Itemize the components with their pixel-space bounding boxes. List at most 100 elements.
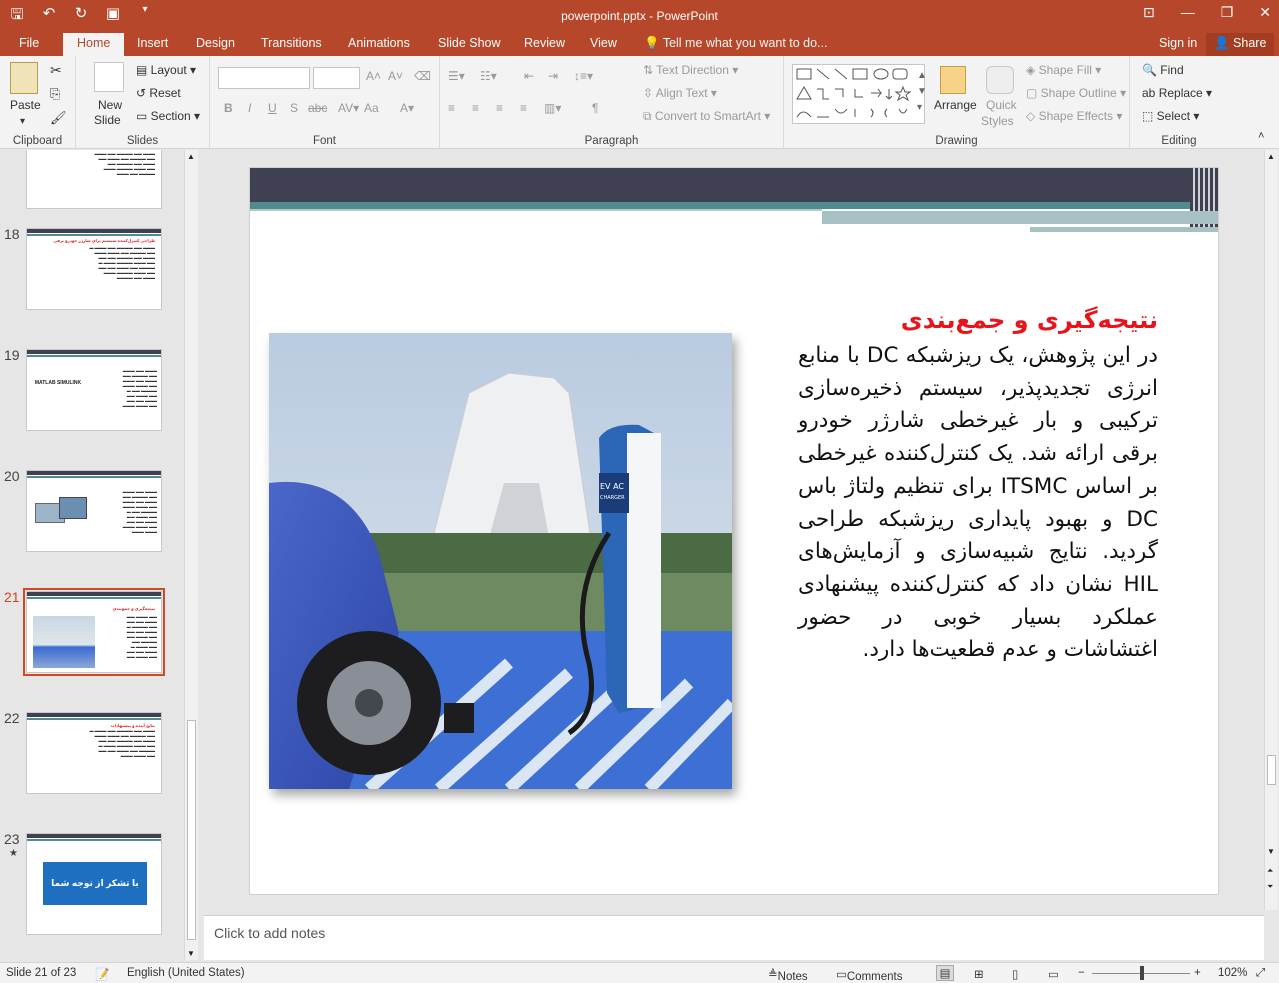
restore-icon[interactable]: ❐ (1221, 4, 1234, 21)
reading-view-icon[interactable]: ▯ (1012, 967, 1018, 981)
replace-button[interactable]: ab Replace ▾ (1142, 86, 1212, 100)
thumbnail-slide-19[interactable]: MATLAB SIMULINK ▬▬▬ ▬▬ ▬▬▬ ▬▬ ▬▬▬▬ ▬▬ ▬▬▬ … (26, 349, 162, 431)
italic-button[interactable]: I (248, 101, 251, 115)
thumbnail-slide-23[interactable]: با تشکر از توجه شما (26, 833, 162, 935)
strikethrough-button[interactable]: abc (308, 101, 327, 115)
layout-button[interactable]: ▤ Layout ▾ (136, 63, 196, 77)
thumbnail-number: 20 (4, 468, 20, 484)
scroll-down-icon[interactable]: ▼ (187, 949, 195, 958)
slide-sorter-icon[interactable]: ⊞ (974, 967, 984, 981)
tab-slide-show[interactable]: Slide Show (434, 36, 505, 50)
share-button[interactable]: 👤 Share (1206, 33, 1275, 56)
text-direction-button[interactable]: ⇅ Text Direction ▾ (643, 63, 738, 77)
thumbnail-slide-22[interactable]: نتایج آینده و پیشنهادات ▬▬▬ ▬▬ ▬▬▬▬ ▬▬ ▬… (26, 712, 162, 794)
tab-review[interactable]: Review (520, 36, 569, 50)
thumbnail-slide-21[interactable]: نتیجه‌گیری و جمع‌بندی ▬▬ ▬▬▬ ▬▬ ▬▬▬ ▬▬ ▬▬… (23, 588, 165, 676)
line-spacing-icon[interactable]: ↕≡▾ (574, 69, 593, 83)
spell-check-icon[interactable]: 📝 (95, 967, 109, 981)
tab-transitions[interactable]: Transitions (257, 36, 326, 50)
slide-body-text[interactable]: در این پژوهش، یک ریزشبکه DC با منابع انر… (798, 340, 1158, 667)
reset-button[interactable]: ↺ Reset (136, 86, 181, 100)
paste-button[interactable]: Paste (10, 98, 41, 112)
thumbnail-slide-17[interactable]: ▬▬▬ ▬▬ ▬▬▬▬ ▬▬ ▬▬▬ ▬▬ ▬▬▬▬ ▬▬ ▬▬▬ ▬▬ ▬▬▬ ▬… (26, 150, 162, 209)
notes-toggle[interactable]: ≜ Notes (768, 967, 808, 983)
copy-icon[interactable]: ⎘ (50, 86, 60, 102)
tab-design[interactable]: Design (192, 36, 239, 50)
close-icon[interactable]: ✕ (1259, 4, 1271, 21)
change-case-button[interactable]: Aa (364, 101, 379, 115)
shape-effects-button[interactable]: ◇ Shape Effects ▾ (1026, 109, 1122, 123)
select-button[interactable]: ⬚ Select ▾ (1142, 109, 1199, 123)
tab-home[interactable]: Home (63, 33, 125, 56)
shapes-gallery[interactable] (792, 64, 925, 124)
new-slide-button[interactable]: New (98, 98, 122, 112)
minimize-icon[interactable]: — (1181, 4, 1195, 21)
slide-canvas[interactable]: EV AC CHARGER نتیجه‌گیری و جمع‌بندی در ا… (249, 167, 1219, 895)
font-size-box[interactable] (313, 67, 360, 89)
gallery-scroll-icon[interactable]: ▲ (917, 70, 927, 81)
slide-scroll-thumb[interactable] (1267, 755, 1276, 785)
group-font: A˄ A˅ ⌫ B I U S abc AV▾ Aa A▾ Font (210, 56, 440, 149)
scroll-up-icon[interactable]: ▲ (1267, 152, 1275, 161)
zoom-slider-thumb[interactable] (1140, 966, 1144, 980)
decrease-indent-icon[interactable]: ⇤ (524, 69, 534, 83)
decrease-font-icon[interactable]: A˅ (388, 69, 403, 83)
rtl-icon[interactable]: ¶ (592, 101, 598, 115)
thumbnail-slide-18[interactable]: طراحی کنترل‌کننده سیستم برای شارژر خودرو… (26, 228, 162, 310)
increase-font-icon[interactable]: A˄ (366, 69, 381, 83)
scroll-up-icon[interactable]: ▲ (187, 152, 195, 161)
smartart-button[interactable]: ⧉ Convert to SmartArt ▾ (643, 109, 770, 124)
ribbon-display-icon[interactable]: ⊡ (1143, 4, 1155, 21)
normal-view-icon[interactable]: ▤ (936, 965, 954, 981)
previous-slide-icon[interactable]: ⏶ (1267, 866, 1273, 876)
slide-heading[interactable]: نتیجه‌گیری و جمع‌بندی (798, 306, 1158, 334)
underline-button[interactable]: U (268, 101, 277, 115)
shape-outline-button[interactable]: ▢ Shape Outline ▾ (1026, 86, 1126, 100)
zoom-level[interactable]: 102% (1218, 967, 1247, 979)
columns-icon[interactable]: ▥▾ (544, 101, 561, 115)
tab-view[interactable]: View (586, 36, 621, 50)
tell-me-box[interactable]: 💡 Tell me what you want to do... (644, 36, 827, 51)
slide-counter: Slide 21 of 23 (6, 967, 77, 979)
thumbnail-scrollbar[interactable]: ▲ ▼ (184, 150, 198, 960)
format-painter-icon[interactable]: 🖌 (50, 110, 67, 126)
clear-format-icon[interactable]: ⌫ (414, 69, 431, 83)
zoom-out-icon[interactable]: − (1078, 967, 1085, 979)
sign-in-link[interactable]: Sign in (1159, 36, 1197, 50)
notes-pane[interactable]: Click to add notes (204, 915, 1264, 960)
char-spacing-icon[interactable]: AV▾ (338, 101, 359, 115)
shadow-button[interactable]: S (290, 101, 298, 115)
section-button[interactable]: ▭ Section ▾ (136, 109, 200, 123)
numbering-icon[interactable]: ☷▾ (480, 69, 497, 83)
collapse-ribbon-icon[interactable]: ˄ (1258, 130, 1264, 142)
thumbnail-slide-20[interactable]: ▬▬▬ ▬▬ ▬▬▬ ▬▬ ▬▬▬▬ ▬▬ ▬▬▬ ▬▬ ▬▬▬ ▬▬ ▬▬▬ ▬▬▬… (26, 470, 162, 552)
increase-indent-icon[interactable]: ⇥ (548, 69, 558, 83)
zoom-in-icon[interactable]: + (1194, 967, 1201, 979)
find-button[interactable]: 🔍 Find (1142, 63, 1184, 77)
align-right-icon[interactable]: ≡ (496, 101, 503, 115)
font-color-icon[interactable]: A▾ (400, 101, 414, 115)
bold-button[interactable]: B (224, 101, 233, 115)
align-text-button[interactable]: ⇳ Align Text ▾ (643, 86, 717, 100)
thumbnail-scroll-thumb[interactable] (187, 720, 196, 940)
next-slide-icon[interactable]: ⏷ (1267, 882, 1273, 892)
quick-styles-button[interactable]: Quick (986, 98, 1017, 112)
slideshow-view-icon[interactable]: ▭ (1048, 967, 1059, 981)
align-center-icon[interactable]: ≡ (472, 101, 479, 115)
font-name-box[interactable] (218, 67, 310, 89)
scroll-down-icon[interactable]: ▼ (1267, 847, 1275, 856)
language-indicator[interactable]: English (United States) (127, 967, 245, 979)
fit-to-window-icon[interactable]: ⤢ (1256, 967, 1265, 980)
cut-icon[interactable]: ✂ (50, 62, 62, 79)
tab-animations[interactable]: Animations (344, 36, 414, 50)
shape-fill-button[interactable]: ◈ Shape Fill ▾ (1026, 63, 1101, 77)
justify-icon[interactable]: ≡ (520, 101, 527, 115)
tab-file[interactable]: File (15, 36, 43, 50)
tab-insert[interactable]: Insert (133, 36, 172, 50)
align-left-icon[interactable]: ≡ (448, 101, 455, 115)
comments-toggle[interactable]: ▭ Comments (836, 967, 902, 983)
bullets-icon[interactable]: ☰▾ (448, 69, 465, 83)
group-label-slides: Slides (126, 135, 159, 147)
arrange-button[interactable]: Arrange (934, 98, 977, 112)
slide-scrollbar[interactable]: ▲ ▼ ⏶ ⏷ (1264, 150, 1278, 910)
